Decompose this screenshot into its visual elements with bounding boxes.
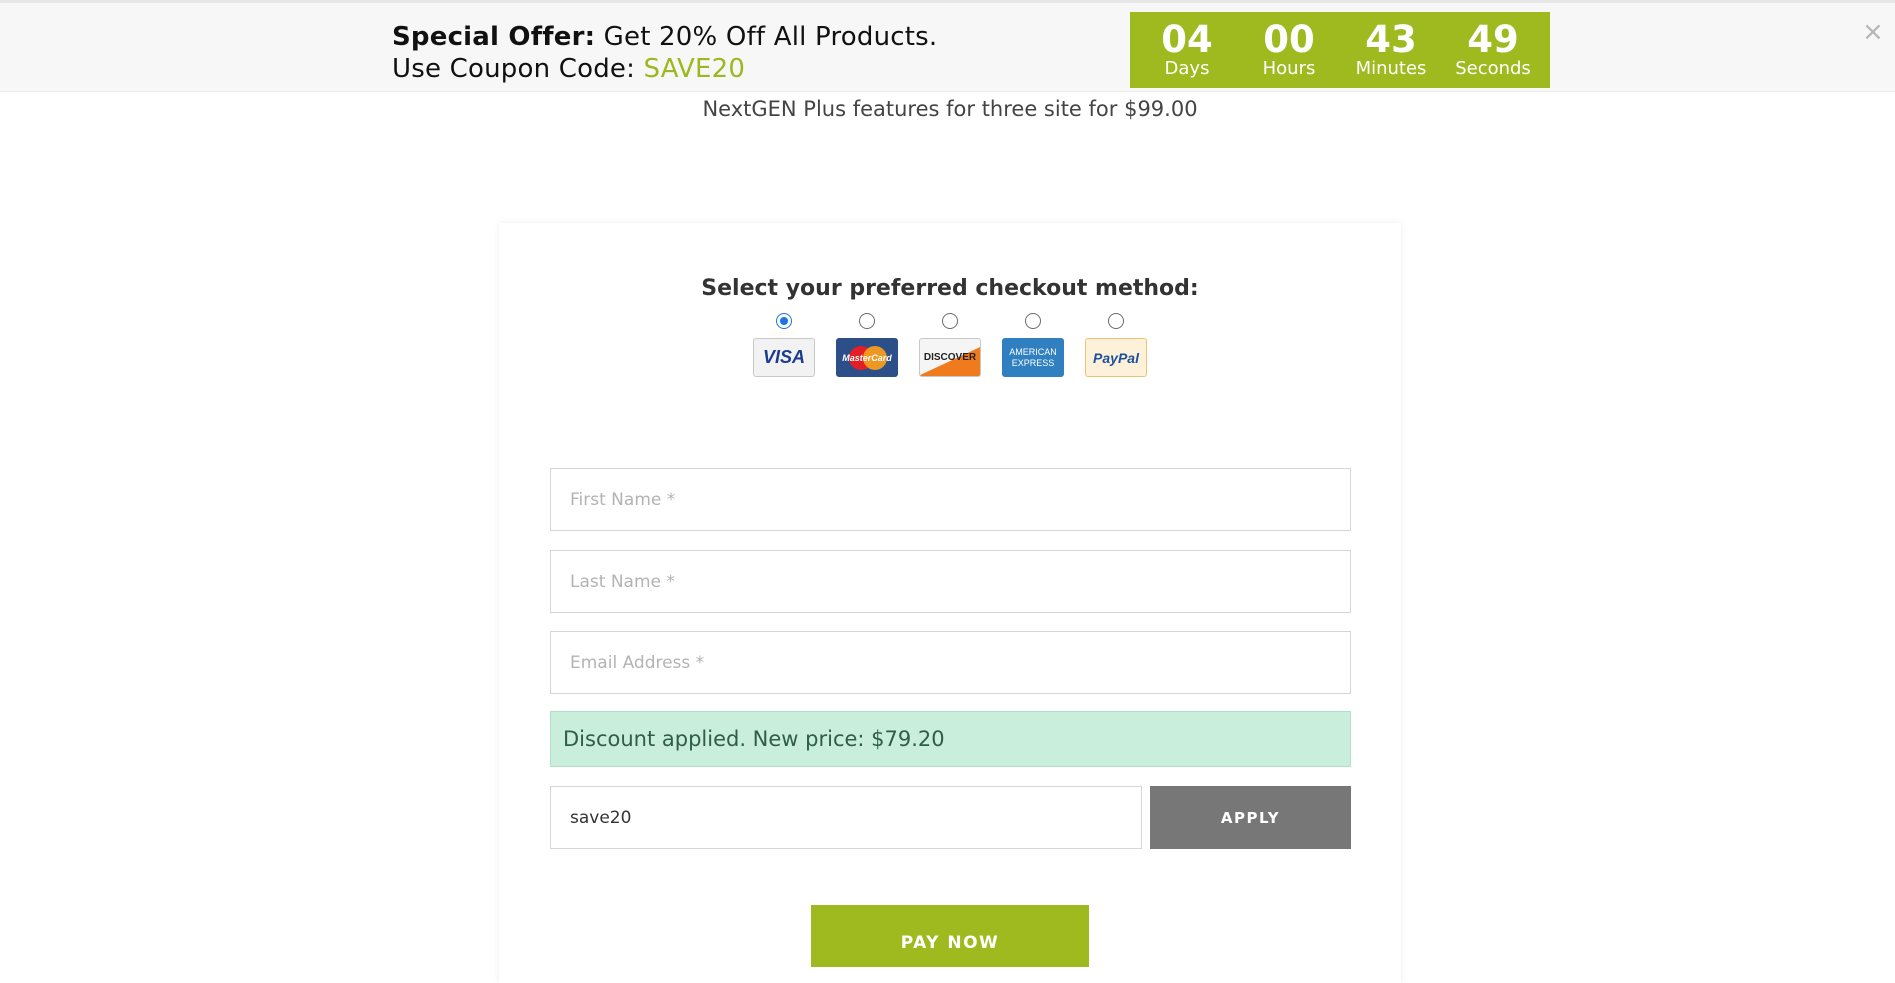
countdown-label: Seconds	[1455, 58, 1531, 79]
mastercard-radio[interactable]	[859, 313, 875, 329]
payment-method-paypal[interactable]: PayPal	[1085, 313, 1147, 377]
countdown-value: 49	[1467, 18, 1519, 61]
email-field[interactable]	[550, 631, 1351, 694]
countdown-seconds: 49 Seconds	[1443, 21, 1543, 79]
plan-subtitle: NextGEN Plus features for three site for…	[702, 97, 1198, 121]
first-name-field[interactable]	[550, 468, 1351, 531]
checkout-card: Select your preferred checkout method: V…	[499, 223, 1401, 983]
payment-method-visa[interactable]: VISA	[753, 313, 815, 377]
promo-banner: Special Offer: Get 20% Off All Products.…	[0, 0, 1895, 92]
countdown-label: Hours	[1262, 58, 1316, 79]
payment-method-amex[interactable]: AMERICAN EXPRESS	[1002, 313, 1064, 377]
paypal-logo-icon[interactable]: PayPal	[1085, 338, 1147, 377]
coupon-prefix: Use Coupon Code:	[392, 54, 636, 84]
offer-label: Special Offer:	[392, 22, 596, 52]
last-name-field[interactable]	[550, 550, 1351, 613]
promo-line-1: Special Offer: Get 20% Off All Products.	[392, 21, 937, 53]
offer-text: Get 20% Off All Products.	[603, 22, 938, 52]
amex-radio[interactable]	[1025, 313, 1041, 329]
countdown-days: 04 Days	[1137, 21, 1237, 79]
coupon-code: SAVE20	[643, 54, 746, 84]
discover-logo-icon[interactable]: DISCOVER	[919, 338, 981, 377]
pay-now-button[interactable]: PAY NOW	[811, 905, 1089, 967]
mastercard-logo-icon[interactable]: MasterCard	[836, 338, 898, 377]
countdown-value: 04	[1161, 18, 1213, 61]
amex-logo-icon[interactable]: AMERICAN EXPRESS	[1002, 338, 1064, 377]
discover-radio[interactable]	[942, 313, 958, 329]
coupon-input[interactable]	[550, 786, 1142, 849]
payment-method-discover[interactable]: DISCOVER	[919, 313, 981, 377]
countdown-hours: 00 Hours	[1239, 21, 1339, 79]
discount-message: Discount applied. New price: $79.20	[550, 711, 1351, 767]
countdown-value: 00	[1263, 18, 1315, 61]
countdown-timer: 04 Days 00 Hours 43 Minutes 49 Seconds	[1130, 12, 1550, 88]
countdown-value: 43	[1365, 18, 1417, 61]
payment-method-mastercard[interactable]: MasterCard	[836, 313, 898, 377]
checkout-method-title: Select your preferred checkout method:	[701, 276, 1199, 301]
countdown-label: Minutes	[1355, 58, 1427, 79]
close-icon[interactable]: ×	[1862, 17, 1884, 47]
visa-logo-icon[interactable]: VISA	[753, 338, 815, 377]
promo-line-2: Use Coupon Code: SAVE20	[392, 53, 937, 85]
apply-coupon-button[interactable]: APPLY	[1150, 786, 1351, 849]
visa-radio[interactable]	[776, 313, 792, 329]
countdown-label: Days	[1164, 58, 1210, 79]
mastercard-logo-text: MasterCard	[842, 352, 892, 363]
promo-text: Special Offer: Get 20% Off All Products.…	[392, 21, 937, 85]
payment-method-selector: VISA MasterCard DISCOVER AMERICAN EXPRES…	[499, 313, 1401, 377]
countdown-minutes: 43 Minutes	[1341, 21, 1441, 79]
paypal-radio[interactable]	[1108, 313, 1124, 329]
